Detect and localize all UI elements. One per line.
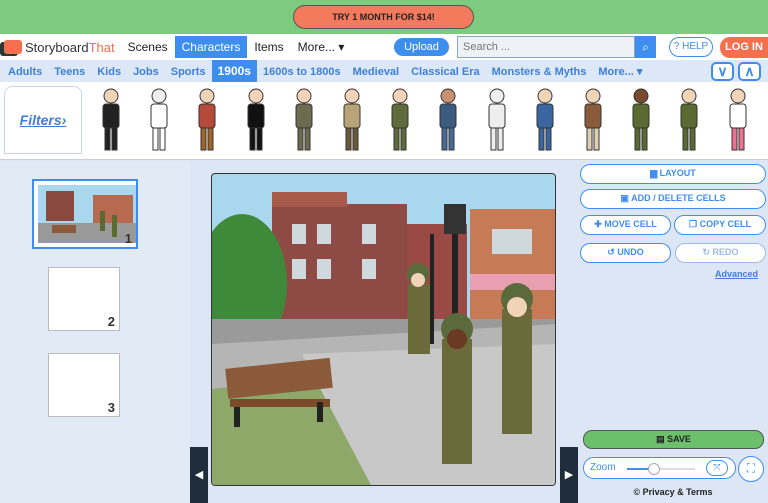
category-tab[interactable]: Classical Era xyxy=(405,62,486,82)
copy-cell-button[interactable]: ❐ COPY CELL xyxy=(674,215,766,235)
category-bar: Adults Teens Kids Jobs Sports 1900s 1600s to 1… xyxy=(0,60,768,82)
character-figure[interactable] xyxy=(627,86,655,156)
category-tab[interactable]: 1900s xyxy=(211,60,257,82)
character-figure[interactable] xyxy=(531,86,559,156)
cell-number: 2 xyxy=(107,314,115,329)
tools-panel xyxy=(578,161,768,503)
cell-number: 3 xyxy=(107,400,115,415)
logo[interactable]: Storyboard That xyxy=(4,40,115,55)
upload-button[interactable]: Upload xyxy=(394,38,449,56)
top-nav: Storyboard That Scenes Characters Items M… xyxy=(0,34,768,60)
character-strip: Filters› xyxy=(0,82,768,160)
nav-more[interactable]: More... ▾ xyxy=(291,36,352,58)
category-tab[interactable]: Monsters & Myths xyxy=(486,62,593,82)
promo-banner: TRY 1 MONTH FOR $14! xyxy=(0,0,768,34)
storyboard-cell[interactable] xyxy=(211,173,556,486)
prev-cell-button[interactable]: ◀ xyxy=(190,447,208,503)
cell-thumb-1[interactable]: 1 xyxy=(32,179,138,249)
category-tab[interactable]: 1600s to 1800s xyxy=(257,62,347,82)
character-figure[interactable] xyxy=(97,86,125,156)
promo-button[interactable]: TRY 1 MONTH FOR $14! xyxy=(293,5,474,29)
scroll-down-button[interactable]: ∨ xyxy=(711,62,734,81)
nav-items[interactable]: Items xyxy=(247,36,290,58)
editor-stage: ◀ ▶ xyxy=(190,161,578,503)
search-input[interactable] xyxy=(457,36,635,58)
character-figure[interactable] xyxy=(483,86,511,156)
nav-characters[interactable]: Characters xyxy=(174,36,248,58)
next-cell-button[interactable]: ▶ xyxy=(560,447,578,503)
search-icon[interactable]: ⌕ xyxy=(635,36,656,58)
character-figure[interactable] xyxy=(386,86,414,156)
zoom-label: Zoom xyxy=(590,462,616,473)
privacy-terms-link[interactable]: © Privacy & Terms xyxy=(578,487,768,497)
cell-thumbnails: 1 2 3 xyxy=(0,161,190,503)
category-tab[interactable]: Sports xyxy=(165,62,212,82)
street-scene xyxy=(212,192,555,485)
category-tab[interactable]: Jobs xyxy=(127,62,165,82)
login-button[interactable]: LOG IN xyxy=(720,37,768,58)
category-tab[interactable]: Adults xyxy=(2,62,48,82)
character-figure[interactable] xyxy=(434,86,462,156)
save-button[interactable]: ▤ SAVE xyxy=(583,430,764,449)
character-figure[interactable] xyxy=(193,86,221,156)
advanced-link[interactable]: Advanced xyxy=(715,269,758,279)
fit-icon[interactable]: ⤧ xyxy=(706,460,728,476)
fullscreen-icon[interactable]: ⛶ xyxy=(738,456,764,482)
cell-number: 1 xyxy=(124,231,132,246)
character-figure[interactable] xyxy=(242,86,270,156)
category-tab[interactable]: Medieval xyxy=(347,62,405,82)
character-figure[interactable] xyxy=(675,86,703,156)
character-figure[interactable] xyxy=(338,86,366,156)
category-tab[interactable]: Kids xyxy=(91,62,127,82)
zoom-control: Zoom ⤧ xyxy=(583,457,736,479)
character-figure[interactable] xyxy=(145,86,173,156)
logo-text-accent: That xyxy=(88,39,115,55)
category-tab[interactable]: More... ▾ xyxy=(592,62,648,82)
redo-button[interactable]: ↻ REDO xyxy=(675,243,766,263)
cell-thumb-2[interactable]: 2 xyxy=(48,267,120,331)
layout-button[interactable]: ▆ LAYOUT xyxy=(580,164,766,184)
zoom-slider-handle[interactable] xyxy=(648,463,661,475)
undo-button[interactable]: ↺ UNDO xyxy=(580,243,671,263)
character-figure[interactable] xyxy=(290,86,318,156)
logo-text: Storyboard xyxy=(25,39,89,55)
move-cell-button[interactable]: ✚ MOVE CELL xyxy=(580,215,671,235)
add-delete-cells-button[interactable]: ▣ ADD / DELETE CELLS xyxy=(580,189,766,209)
category-tab[interactable]: Teens xyxy=(48,62,91,82)
character-figure[interactable] xyxy=(724,86,752,156)
help-button[interactable]: ? HELP xyxy=(669,37,713,57)
scene-thumbnail xyxy=(38,185,136,243)
nav-scenes[interactable]: Scenes xyxy=(121,36,175,58)
cell-thumb-3[interactable]: 3 xyxy=(48,353,120,417)
zoom-slider[interactable] xyxy=(627,468,695,470)
logo-icon xyxy=(4,40,22,54)
filters-button[interactable]: Filters› xyxy=(4,86,82,154)
character-figure[interactable] xyxy=(579,86,607,156)
scroll-up-button[interactable]: ∧ xyxy=(738,62,761,81)
